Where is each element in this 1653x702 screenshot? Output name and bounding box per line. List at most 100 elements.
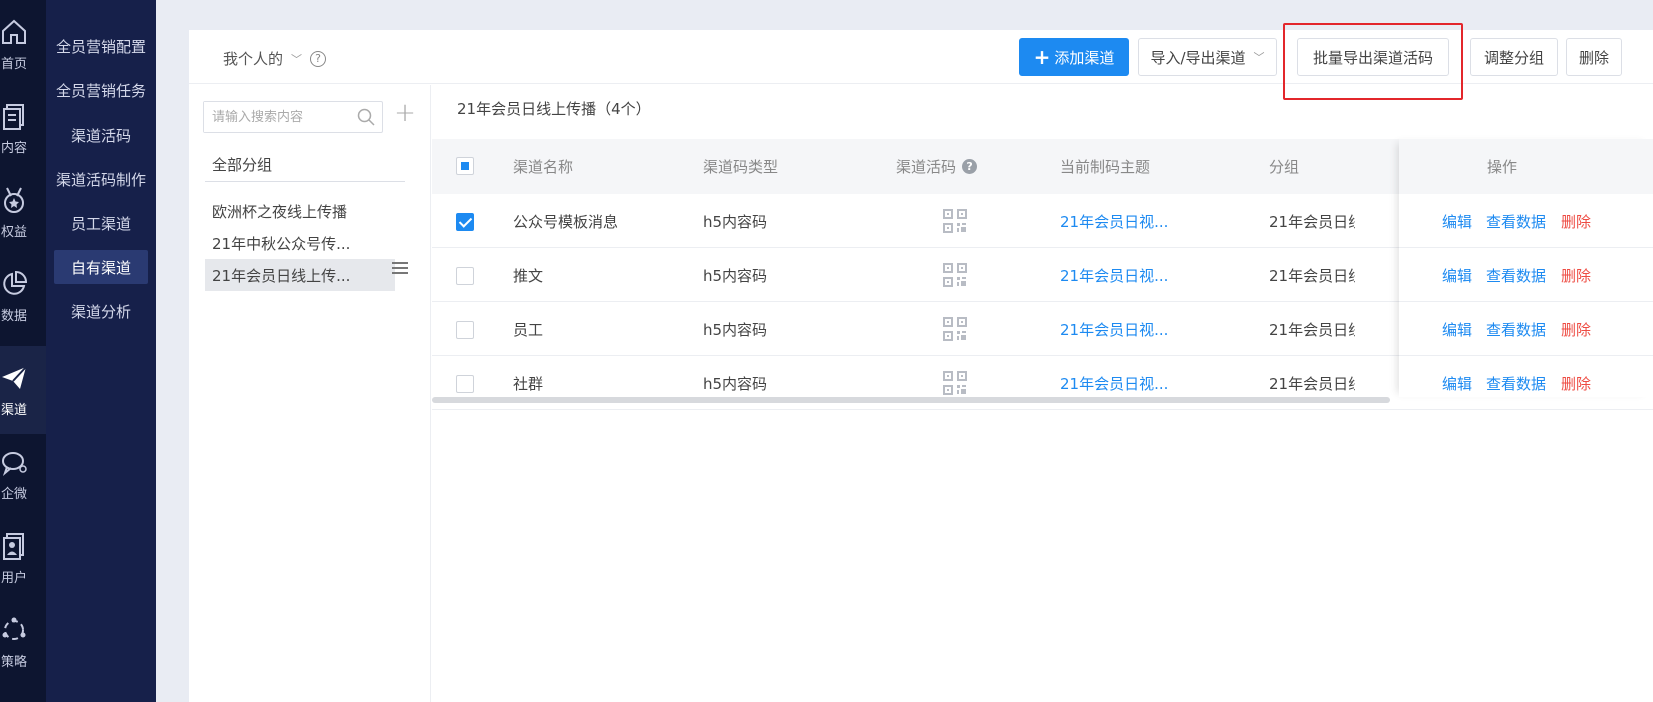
edit-link[interactable]: 编辑: [1442, 373, 1472, 394]
subnav-item-channel-live-code[interactable]: 渠道活码: [54, 118, 148, 152]
header-ops: 操作: [1487, 158, 1518, 176]
medal-icon: [4, 187, 24, 213]
import-export-label: 导入/导出渠道: [1150, 48, 1246, 67]
qr-code-icon[interactable]: [942, 370, 968, 396]
rail-item-data[interactable]: 数据: [0, 252, 46, 340]
cell-group: 21年会员日线: [1269, 213, 1355, 231]
view-data-link[interactable]: 查看数据: [1486, 319, 1546, 340]
row-checkbox[interactable]: [456, 321, 474, 339]
delete-link[interactable]: 删除: [1561, 319, 1591, 340]
rail-item-channel[interactable]: 渠道: [0, 346, 46, 434]
help-icon[interactable]: ?: [962, 159, 978, 174]
paper-plane-icon: [2, 365, 27, 389]
group-item[interactable]: 欧洲杯之夜线上传播: [205, 195, 395, 227]
main-card: 我个人的 ﹀ ? + 添加渠道 导入/导出渠道 ﹀ 批量导出渠道活码 调整分组 …: [189, 23, 1653, 702]
operations-column: 操作 编辑 查看数据 删除 编辑 查看数据 删除 编辑 查看数据 删除 编辑 查…: [1399, 139, 1653, 410]
cell-group: 21年会员日线: [1269, 375, 1355, 393]
cell-name: 社群: [513, 375, 544, 393]
add-channel-label: 添加渠道: [1054, 48, 1115, 67]
header-code: 渠道活码 ?: [896, 156, 978, 177]
rail-item-home[interactable]: 首页: [0, 0, 46, 88]
delete-button[interactable]: 删除: [1566, 38, 1622, 76]
qr-code-icon[interactable]: [942, 262, 968, 288]
delete-link[interactable]: 删除: [1561, 373, 1591, 394]
cell-type: h5内容码: [703, 375, 768, 393]
ops-row: 编辑 查看数据 删除: [1399, 194, 1653, 248]
cell-type: h5内容码: [703, 321, 768, 339]
edit-link[interactable]: 编辑: [1442, 211, 1472, 232]
subnav-item-own-channel[interactable]: 自有渠道: [54, 250, 148, 284]
row-checkbox[interactable]: [456, 267, 474, 285]
delete-link[interactable]: 删除: [1561, 211, 1591, 232]
group-all[interactable]: 全部分组: [205, 146, 405, 182]
rail-item-wecom[interactable]: 企微: [0, 430, 46, 518]
list-title: 21年会员日线上传播（4个）: [457, 100, 651, 118]
view-data-link[interactable]: 查看数据: [1486, 373, 1546, 394]
help-icon[interactable]: ?: [310, 50, 327, 67]
rail-item-strategy[interactable]: 策略: [0, 598, 46, 686]
row-checkbox[interactable]: [456, 213, 474, 231]
row-checkbox[interactable]: [456, 375, 474, 393]
cell-name: 员工: [513, 321, 544, 339]
subnav-item-all-staff-config[interactable]: 全员营销配置: [54, 29, 148, 63]
ops-header: 操作: [1399, 139, 1653, 194]
delete-link[interactable]: 删除: [1561, 265, 1591, 286]
cell-topic-link[interactable]: 21年会员日视...: [1060, 319, 1168, 340]
scope-selector[interactable]: 我个人的 ﹀ ?: [223, 48, 327, 69]
rail-item-users[interactable]: 用户: [0, 514, 46, 602]
qr-code-icon[interactable]: [942, 208, 968, 234]
chevron-down-icon: ﹀: [1253, 51, 1265, 64]
edit-link[interactable]: 编辑: [1442, 319, 1472, 340]
rail-item-label: 企微: [0, 486, 27, 502]
edit-link[interactable]: 编辑: [1442, 265, 1472, 286]
cell-topic-link[interactable]: 21年会员日视...: [1060, 211, 1168, 232]
group-item[interactable]: 21年中秋公众号传...: [205, 227, 395, 259]
view-data-link[interactable]: 查看数据: [1486, 211, 1546, 232]
subnav-item-staff-channel[interactable]: 员工渠道: [54, 206, 148, 240]
rail-item-label: 渠道: [0, 402, 27, 418]
view-data-link[interactable]: 查看数据: [1486, 265, 1546, 286]
rail-item-label: 权益: [0, 224, 27, 240]
horizontal-scrollbar[interactable]: [432, 397, 1390, 403]
cell-topic-link[interactable]: 21年会员日视...: [1060, 373, 1168, 394]
cell-name: 推文: [513, 267, 544, 285]
menu-icon[interactable]: [392, 262, 408, 276]
add-channel-button[interactable]: + 添加渠道: [1019, 38, 1129, 76]
batch-export-live-code-button[interactable]: 批量导出渠道活码: [1297, 38, 1449, 76]
group-search: [203, 101, 383, 133]
header-group: 分组: [1269, 158, 1300, 176]
group-item-selected[interactable]: 21年会员日线上传...: [205, 259, 395, 291]
qr-code-icon[interactable]: [942, 316, 968, 342]
rail-item-benefits[interactable]: 权益: [0, 168, 46, 256]
search-input[interactable]: [204, 102, 344, 132]
ops-row: 编辑 查看数据 删除: [1399, 302, 1653, 356]
rail-item-content[interactable]: 内容: [0, 84, 46, 172]
home-icon: [2, 19, 26, 44]
select-all-checkbox[interactable]: [456, 157, 474, 175]
add-group-icon[interactable]: +: [392, 100, 418, 127]
ops-row: 编辑 查看数据 删除: [1399, 356, 1653, 410]
header-name: 渠道名称: [513, 158, 574, 176]
cell-group: 21年会员日线: [1269, 267, 1355, 285]
subnav-item-all-staff-task[interactable]: 全员营销任务: [54, 73, 148, 107]
adjust-group-button[interactable]: 调整分组: [1470, 38, 1558, 76]
rail-item-label: 用户: [0, 570, 27, 586]
cell-topic-link[interactable]: 21年会员日视...: [1060, 265, 1168, 286]
chat-icon: [2, 451, 27, 476]
import-export-dropdown[interactable]: 导入/导出渠道 ﹀: [1138, 38, 1277, 76]
cell-type: h5内容码: [703, 267, 768, 285]
subnav-item-live-code-make[interactable]: 渠道活码制作: [54, 162, 148, 196]
plus-icon: +: [1033, 45, 1051, 69]
search-icon[interactable]: [356, 107, 376, 127]
header-topic: 当前制码主题: [1060, 158, 1151, 176]
ops-row: 编辑 查看数据 删除: [1399, 248, 1653, 302]
strategy-icon: [2, 617, 26, 640]
rail-item-label: 首页: [0, 56, 27, 72]
chevron-down-icon: ﹀: [291, 52, 303, 66]
cell-name: 公众号模板消息: [513, 213, 619, 231]
scope-label: 我个人的: [223, 50, 284, 68]
user-card-icon: [3, 532, 24, 560]
subnav-item-channel-analysis[interactable]: 渠道分析: [54, 294, 148, 328]
cell-group: 21年会员日线: [1269, 321, 1355, 339]
pie-chart-icon: [3, 270, 28, 295]
